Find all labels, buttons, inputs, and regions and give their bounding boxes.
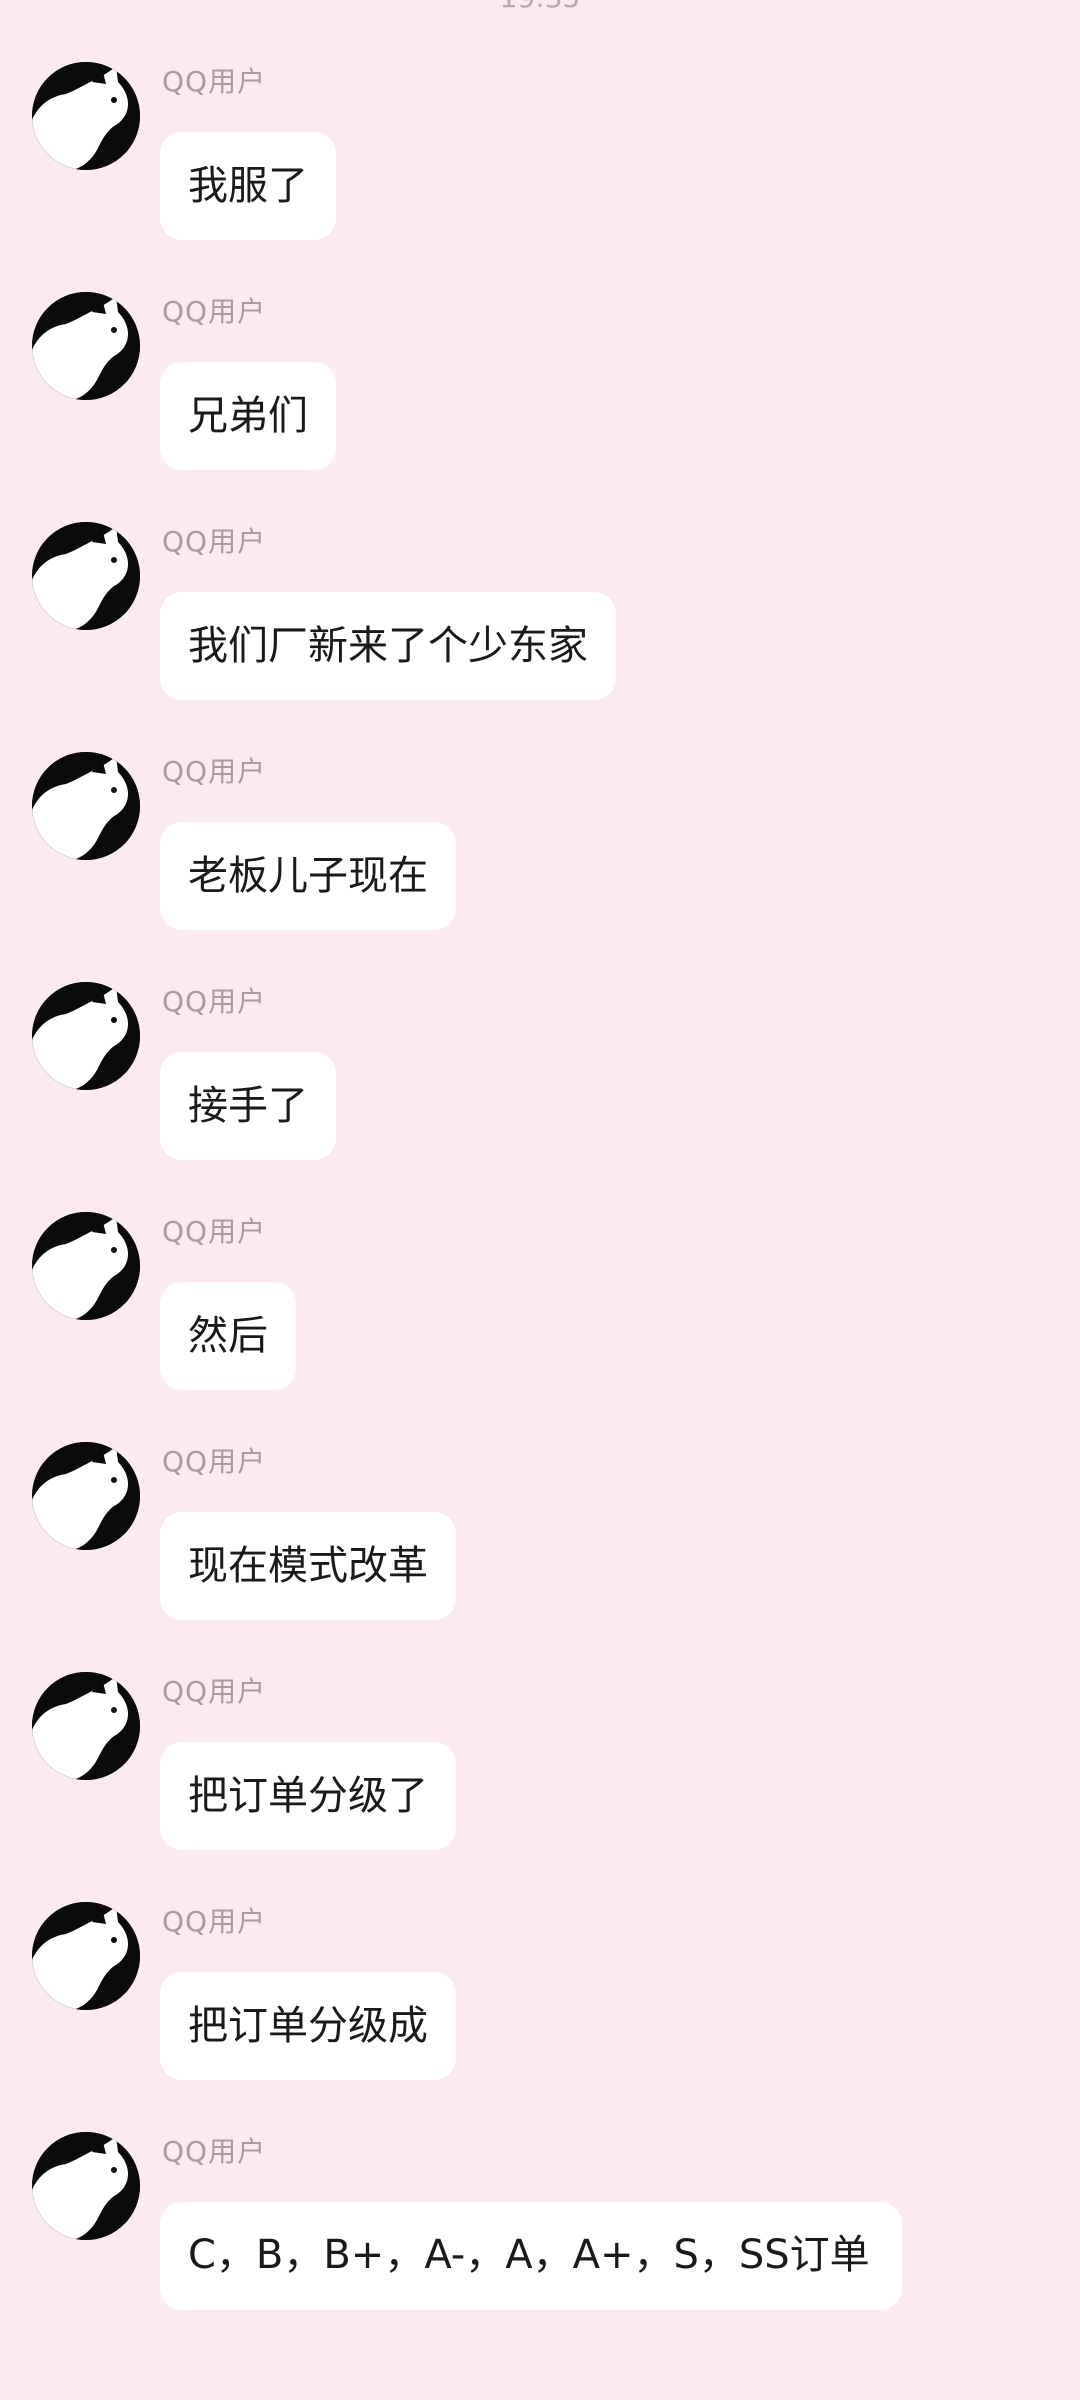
message-bubble[interactable]: 接手了 — [160, 1052, 336, 1160]
message-item: QQ用户 把订单分级成 — [0, 1902, 1080, 2122]
message-item: QQ用户 我服了 — [0, 62, 1080, 282]
sender-name: QQ用户 — [162, 1215, 267, 1248]
sender-name: QQ用户 — [162, 1445, 267, 1478]
sender-name: QQ用户 — [162, 755, 267, 788]
avatar[interactable] — [32, 292, 140, 400]
message-bubble[interactable]: 把订单分级成 — [160, 1972, 456, 2080]
message-bubble[interactable]: 兄弟们 — [160, 362, 336, 470]
avatar[interactable] — [32, 522, 140, 630]
message-item: QQ用户 现在模式改革 — [0, 1442, 1080, 1662]
message-item: QQ用户 我们厂新来了个少东家 — [0, 522, 1080, 742]
sender-name: QQ用户 — [162, 525, 267, 558]
sender-name: QQ用户 — [162, 985, 267, 1018]
avatar[interactable] — [32, 1442, 140, 1550]
sender-name: QQ用户 — [162, 295, 267, 328]
message-bubble[interactable]: 现在模式改革 — [160, 1512, 456, 1620]
sender-name: QQ用户 — [162, 1905, 267, 1938]
message-item: QQ用户 兄弟们 — [0, 292, 1080, 512]
sender-name: QQ用户 — [162, 2135, 267, 2168]
cat-avatar-icon — [32, 62, 140, 170]
message-item: QQ用户 C，B，B+，A-，A，A+，S，SS订单 — [0, 2132, 1080, 2400]
message-bubble[interactable]: 我服了 — [160, 132, 336, 240]
cat-avatar-icon — [32, 752, 140, 860]
message-bubble[interactable]: 把订单分级了 — [160, 1742, 456, 1850]
message-item: QQ用户 然后 — [0, 1212, 1080, 1432]
avatar[interactable] — [32, 62, 140, 170]
avatar[interactable] — [32, 1902, 140, 2010]
cat-avatar-icon — [32, 1212, 140, 1320]
cat-avatar-icon — [32, 2132, 140, 2240]
cat-avatar-icon — [32, 1442, 140, 1550]
cat-avatar-icon — [32, 982, 140, 1090]
cat-avatar-icon — [32, 1902, 140, 2010]
message-item: QQ用户 接手了 — [0, 982, 1080, 1202]
cat-avatar-icon — [32, 292, 140, 400]
time-label: 19:35 — [0, 0, 1080, 12]
avatar[interactable] — [32, 752, 140, 860]
message-item: QQ用户 老板儿子现在 — [0, 752, 1080, 972]
avatar[interactable] — [32, 1672, 140, 1780]
message-bubble[interactable]: C，B，B+，A-，A，A+，S，SS订单 — [160, 2202, 902, 2310]
sender-name: QQ用户 — [162, 65, 267, 98]
message-item: QQ用户 把订单分级了 — [0, 1672, 1080, 1892]
message-bubble[interactable]: 老板儿子现在 — [160, 822, 456, 930]
avatar[interactable] — [32, 1212, 140, 1320]
avatar[interactable] — [32, 982, 140, 1090]
avatar[interactable] — [32, 2132, 140, 2240]
cat-avatar-icon — [32, 522, 140, 630]
message-bubble[interactable]: 然后 — [160, 1282, 296, 1390]
status-bar-partial: 19:35 — [0, 0, 1080, 20]
message-bubble[interactable]: 我们厂新来了个少东家 — [160, 592, 616, 700]
sender-name: QQ用户 — [162, 1675, 267, 1708]
cat-avatar-icon — [32, 1672, 140, 1780]
